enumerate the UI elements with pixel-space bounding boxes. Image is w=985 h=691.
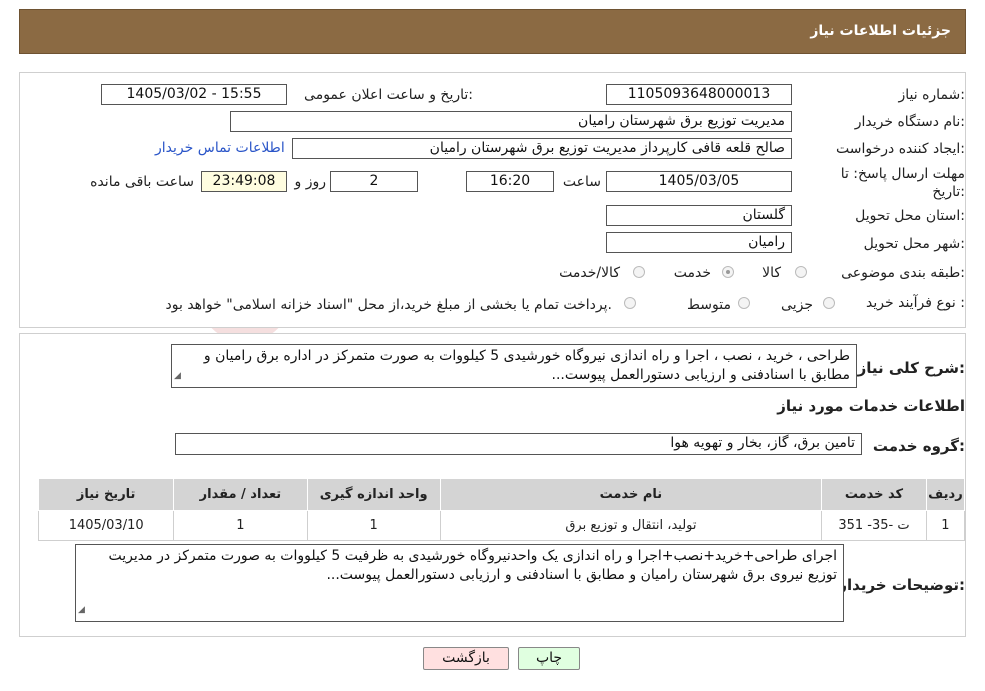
col-code-header: کد خدمت [821, 478, 927, 511]
announce-date-field[interactable]: 1405/03/02 - 15:55 [101, 84, 287, 105]
deadline-date-field[interactable]: 1405/03/05 [606, 171, 792, 192]
need-number-label: شماره نیاز: [898, 87, 965, 103]
back-button[interactable]: بازگشت [423, 647, 509, 670]
services-section-title: اطلاعات خدمات مورد نیاز [777, 397, 965, 415]
cell-row: 1 [925, 510, 966, 541]
summary-textarea[interactable]: طراحی ، خرید ، نصب ، اجرا و راه اندازی ن… [171, 344, 857, 388]
resize-grip-icon[interactable]: ◢ [174, 367, 181, 386]
cell-date: 1405/03/10 [37, 510, 175, 541]
category-radio-goods-service[interactable] [633, 266, 645, 278]
days-label: روز و [294, 174, 327, 190]
city-label: شهر محل تحویل: [863, 236, 965, 252]
page-header: جزئیات اطلاعات نیاز [19, 9, 966, 54]
announce-date-label: تاریخ و ساعت اعلان عمومی: [304, 87, 473, 103]
cell-name: تولید، انتقال و توزیع برق [439, 510, 823, 541]
deadline-time-label: ساعت [562, 174, 601, 190]
city-field[interactable]: رامیان [606, 232, 792, 253]
service-group-label: گروه خدمت: [872, 437, 965, 455]
process-radio-minor[interactable] [823, 297, 835, 309]
deadline-label-date: تاریخ: [932, 184, 965, 200]
days-remaining-field[interactable]: 2 [330, 171, 418, 192]
buyer-notes-textarea[interactable]: اجرای طراحی+خرید+نصب+اجرا و راه اندازی ی… [75, 544, 844, 622]
cell-qty: 1 [173, 510, 308, 541]
creator-field[interactable]: صالح قلعه قافی کارپرداز مدیریت توزیع برق… [292, 138, 792, 159]
need-number-field[interactable]: 1105093648000013 [606, 84, 792, 105]
table-row: 1 ت -35- 351 تولید، انتقال و توزیع برق 1… [37, 510, 966, 541]
cell-unit: 1 [306, 510, 441, 541]
resize-grip-icon[interactable]: ◢ [78, 601, 85, 620]
process-radio-medium[interactable] [738, 297, 750, 309]
category-radio-service[interactable] [722, 266, 734, 278]
page-title: جزئیات اطلاعات نیاز [810, 23, 951, 39]
category-option-goods-service: کالا/خدمت [559, 265, 620, 281]
process-note: پرداخت تمام یا بخشی از مبلغ خرید،از محل … [165, 297, 612, 313]
cell-code: ت -35- 351 [821, 510, 927, 541]
col-qty-header: تعداد / مقدار [173, 478, 308, 511]
category-option-service: خدمت [673, 265, 711, 281]
service-group-field[interactable]: تامین برق، گاز، بخار و تهویه هوا [175, 433, 862, 455]
buyer-notes-label: توضیحات خریدار: [838, 576, 965, 594]
deadline-time-field[interactable]: 16:20 [466, 171, 554, 192]
deadline-label: مهلت ارسال پاسخ: تا [840, 166, 965, 182]
col-unit-header: واحد اندازه گیری [306, 478, 441, 511]
buyer-org-label: نام دستگاه خریدار: [854, 114, 965, 130]
buyer-notes-text: اجرای طراحی+خرید+نصب+اجرا و راه اندازی ی… [108, 548, 837, 583]
province-label: استان محل تحویل: [855, 208, 965, 224]
services-table: ردیف کد خدمت نام خدمت واحد اندازه گیری ت… [37, 478, 966, 541]
remaining-time-field[interactable]: 23:49:08 [201, 171, 287, 192]
category-option-goods: کالا [762, 265, 781, 281]
process-radio-treasury[interactable] [624, 297, 636, 309]
category-radio-goods[interactable] [795, 266, 807, 278]
remaining-time-label: ساعت باقی مانده [90, 174, 194, 190]
creator-label: ایجاد کننده درخواست: [836, 141, 965, 157]
col-name-header: نام خدمت [439, 478, 823, 511]
col-row-header: ردیف [925, 478, 966, 511]
province-field[interactable]: گلستان [606, 205, 792, 226]
process-option-medium: متوسط [687, 297, 731, 313]
col-date-header: تاریخ نیاز [37, 478, 175, 511]
process-type-label: نوع فرآیند خرید : [866, 295, 965, 311]
table-header-row: ردیف کد خدمت نام خدمت واحد اندازه گیری ت… [37, 478, 966, 511]
summary-text: طراحی ، خرید ، نصب ، اجرا و راه اندازی ن… [203, 348, 850, 383]
category-label: طبقه بندی موضوعی: [841, 265, 965, 281]
buyer-org-field[interactable]: مدیریت توزیع برق شهرستان رامیان [230, 111, 792, 132]
summary-label: شرح کلی نیاز: [857, 359, 965, 377]
process-option-minor: جزیی [781, 297, 813, 313]
buyer-contact-link[interactable]: اطلاعات تماس خریدار [155, 140, 285, 156]
print-button[interactable]: چاپ [518, 647, 580, 670]
